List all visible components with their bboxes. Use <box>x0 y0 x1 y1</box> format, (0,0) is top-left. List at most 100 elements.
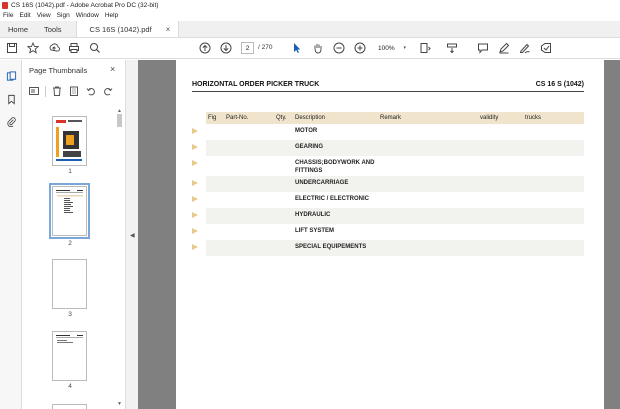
menu-view[interactable]: View <box>37 12 51 19</box>
tab-bar: Home Tools CS 16S (1042).pdf × <box>0 21 620 38</box>
row-description: CHASSIS;BODYWORK AND FITTINGS <box>295 160 375 174</box>
menu-help[interactable]: Help <box>105 12 118 19</box>
table-row[interactable]: CHASSIS;BODYWORK AND FITTINGS <box>192 156 584 176</box>
menu-bar: File Edit View Sign Window Help <box>0 10 620 21</box>
table-row[interactable]: UNDERCARRIAGE <box>192 176 584 192</box>
menu-edit[interactable]: Edit <box>19 12 30 19</box>
thumbnail-label-1: 1 <box>68 168 72 175</box>
print-icon[interactable] <box>68 42 80 54</box>
insert-page-icon[interactable] <box>68 85 80 97</box>
title-bar: CS 16S (1042).pdf - Adobe Acrobat Pro DC… <box>0 0 620 10</box>
menu-sign[interactable]: Sign <box>57 12 70 19</box>
panel-collapse-handle[interactable]: ◀ <box>126 60 138 409</box>
row-description: GEARING <box>295 144 324 150</box>
column-description: Description <box>295 115 326 121</box>
thumbnail-page-2[interactable] <box>49 183 90 239</box>
column-remark: Remark <box>380 115 402 121</box>
thumbnail-page-1[interactable] <box>52 116 87 166</box>
table-row[interactable]: MOTOR <box>192 124 584 140</box>
panel-close-icon[interactable]: × <box>110 64 115 74</box>
thumbnail-options-icon[interactable] <box>28 85 40 97</box>
thumbnails-panel: Page Thumbnails × 1 2 3 4 ▲ ▼ <box>22 60 126 409</box>
page-thumbnails-icon[interactable] <box>5 70 17 82</box>
row-description: ELECTRIC / ELECTRONIC <box>295 196 370 202</box>
scroll-down-icon[interactable]: ▼ <box>117 401 122 407</box>
divider <box>45 85 46 97</box>
page-thumbnail-image <box>56 335 83 343</box>
table-row[interactable]: GEARING <box>192 140 584 156</box>
star-icon[interactable] <box>27 42 39 54</box>
arrow-marker-icon <box>192 244 198 250</box>
draw-icon[interactable] <box>519 42 531 54</box>
rotate-left-icon[interactable] <box>85 85 97 97</box>
row-description: LIFT SYSTEM <box>295 228 334 234</box>
menu-window[interactable]: Window <box>76 12 99 19</box>
panel-title: Page Thumbnails <box>29 66 88 75</box>
thumbnail-page-4[interactable] <box>52 331 87 381</box>
tab-document[interactable]: CS 16S (1042).pdf × <box>75 21 180 37</box>
table-header: Fig Part-No. Qty. Description Remark val… <box>206 112 584 124</box>
upload-icon[interactable] <box>48 42 60 54</box>
document-heading: HORIZONTAL ORDER PICKER TRUCK <box>192 81 320 88</box>
save-icon[interactable] <box>6 42 18 54</box>
document-model: CS 16 S (1042) <box>535 81 584 88</box>
zoom-in-icon[interactable] <box>354 42 366 54</box>
row-description: SPECIAL EQUIPEMENTS <box>295 244 367 250</box>
previous-page-icon[interactable] <box>199 42 211 54</box>
arrow-marker-icon <box>192 128 198 134</box>
thumbnail-tools <box>28 84 119 98</box>
toolbar: 2 / 270 100% ▾ <box>0 38 620 59</box>
search-icon[interactable] <box>89 42 101 54</box>
attachment-icon[interactable] <box>5 115 17 127</box>
thumbnail-page-3[interactable] <box>52 259 87 309</box>
scroll-mode-icon[interactable] <box>446 42 458 54</box>
arrow-marker-icon <box>192 180 198 186</box>
page-fit-icon[interactable] <box>419 42 431 54</box>
index-thumbnail-image <box>56 190 83 213</box>
page-number-input[interactable]: 2 <box>241 42 254 54</box>
table-row[interactable]: HYDRAULIC <box>192 208 584 224</box>
highlight-pen-icon[interactable] <box>498 42 510 54</box>
tab-tools[interactable]: Tools <box>36 21 70 37</box>
table-row[interactable]: LIFT SYSTEM <box>192 224 584 240</box>
thumbnail-scrollbar[interactable]: ▲ ▼ <box>116 108 124 408</box>
arrow-marker-icon <box>192 228 198 234</box>
left-rail <box>0 60 22 409</box>
scroll-thumb[interactable] <box>117 114 122 127</box>
row-description: HYDRAULIC <box>295 212 331 218</box>
thumbnail-label-4: 4 <box>68 383 72 390</box>
thumbnail-label-3: 3 <box>68 311 72 318</box>
tab-close-icon[interactable]: × <box>166 25 171 34</box>
row-description: MOTOR <box>295 128 318 134</box>
column-part-no: Part-No. <box>226 115 249 121</box>
next-page-icon[interactable] <box>220 42 232 54</box>
chevron-down-icon: ▾ <box>403 45 406 51</box>
arrow-marker-icon <box>192 212 198 218</box>
thumbnail-page-5[interactable] <box>52 404 87 409</box>
cover-thumbnail-image <box>53 117 86 165</box>
arrow-marker-icon <box>192 196 198 202</box>
bookmark-icon[interactable] <box>5 93 17 105</box>
select-cursor-icon[interactable] <box>291 42 303 54</box>
column-trucks: trucks <box>525 115 542 121</box>
rotate-right-icon[interactable] <box>102 85 114 97</box>
table-row[interactable]: ELECTRIC / ELECTRONIC <box>192 192 584 208</box>
page-total: / 270 <box>258 44 273 51</box>
hand-tool-icon[interactable] <box>312 42 324 54</box>
column-validity: validity <box>480 115 499 121</box>
window-title: CS 16S (1042).pdf - Adobe Acrobat Pro DC… <box>11 1 159 9</box>
heading-divider <box>192 91 584 92</box>
comment-icon[interactable] <box>477 42 489 54</box>
zoom-out-icon[interactable] <box>333 42 345 54</box>
zoom-dropdown[interactable]: 100% ▾ <box>376 42 408 54</box>
menu-file[interactable]: File <box>3 12 13 19</box>
document-view: HORIZONTAL ORDER PICKER TRUCK CS 16 S (1… <box>138 60 620 409</box>
zoom-level: 100% <box>378 44 395 52</box>
column-fig: Fig <box>208 115 217 121</box>
tab-home[interactable]: Home <box>0 21 36 37</box>
delete-icon[interactable] <box>51 85 63 97</box>
pdf-page: HORIZONTAL ORDER PICKER TRUCK CS 16 S (1… <box>176 60 604 409</box>
sign-icon[interactable] <box>540 42 552 54</box>
acrobat-icon <box>2 1 8 9</box>
table-row[interactable]: SPECIAL EQUIPEMENTS <box>192 240 584 256</box>
